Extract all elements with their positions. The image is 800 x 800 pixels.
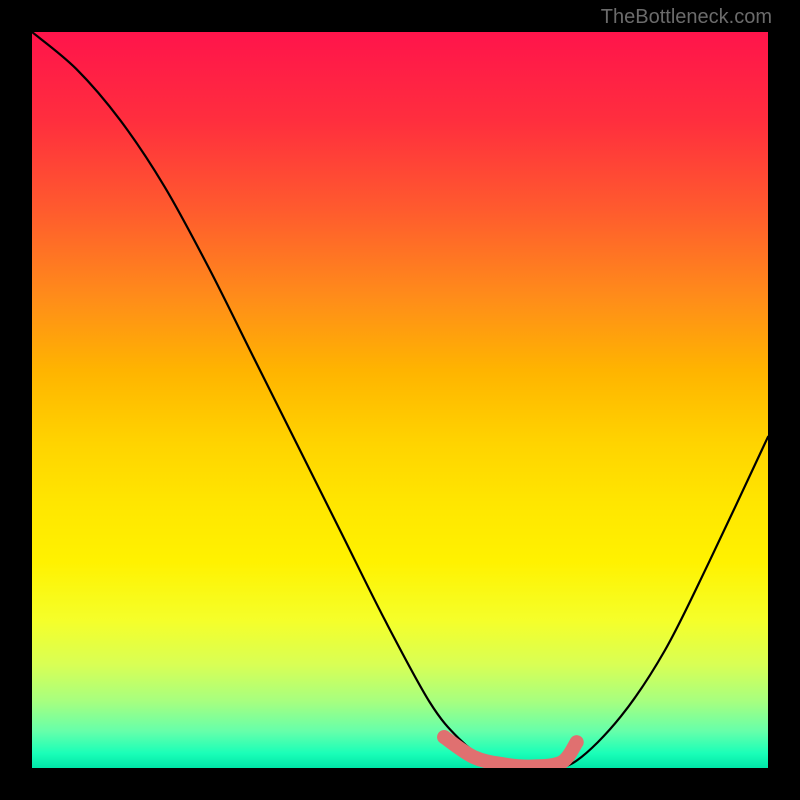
optimal-range-highlight (444, 737, 576, 767)
highlight-start-dot (437, 730, 451, 744)
highlight-end-dot (570, 735, 584, 749)
chart-plot-area (32, 32, 768, 768)
attribution-text: TheBottleneck.com (601, 6, 772, 29)
bottleneck-curve-path (32, 32, 768, 768)
bottleneck-chart (32, 32, 768, 768)
